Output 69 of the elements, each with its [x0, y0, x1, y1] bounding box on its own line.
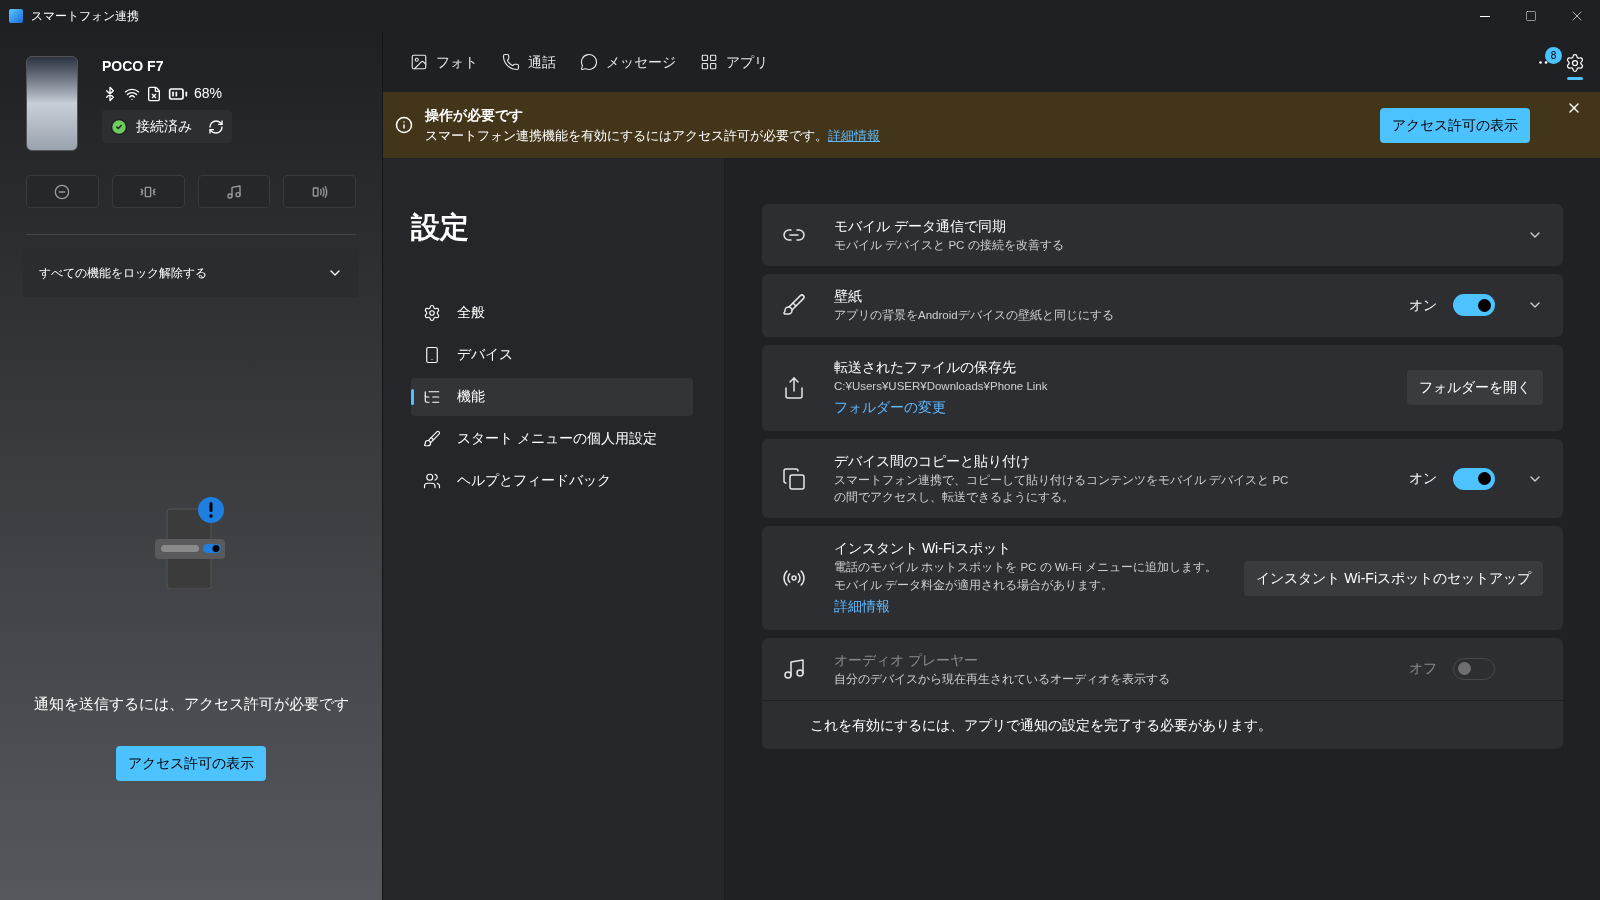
brush-icon: [423, 429, 441, 448]
setting-description: モバイル デバイスと PC の接続を改善する: [834, 238, 1065, 253]
action-button[interactable]: フォルダーを開く: [1407, 370, 1543, 406]
setting-title: インスタント Wi-Fiスポット: [834, 539, 1012, 559]
settings-nav-item[interactable]: 機能: [411, 377, 693, 416]
setting-title: 転送されたファイルの保存先: [834, 357, 1017, 377]
banner-message: スマートフォン連携機能を有効にするにはアクセス許可が必要です。: [425, 126, 828, 145]
refresh-icon: [208, 118, 224, 135]
setting-title: オーディオ プレーヤー: [834, 650, 979, 670]
setting-title: 壁紙: [834, 287, 863, 307]
minimize-icon: [1480, 15, 1490, 17]
window-title: スマートフォン連携: [31, 8, 139, 25]
setting-title: デバイス間のコピーと貼り付け: [834, 451, 1031, 471]
music-icon: [225, 183, 242, 200]
settings-nav-item[interactable]: ヘルプとフィードバック: [411, 461, 693, 500]
copy-icon: [782, 466, 806, 491]
photo-icon: [410, 53, 428, 71]
apps-icon: [700, 53, 718, 71]
settings-nav-item[interactable]: 全般: [411, 293, 693, 332]
link[interactable]: 詳細情報: [834, 595, 890, 617]
nav-tab[interactable]: 通話: [490, 42, 568, 82]
share-icon: [782, 375, 806, 400]
action-button[interactable]: インスタント Wi-Fiスポットのセットアップ: [1244, 560, 1543, 596]
brush-icon: [782, 293, 806, 318]
settings-nav-item[interactable]: スタート メニューの個人用設定: [411, 419, 693, 458]
settings-icon: [423, 303, 441, 322]
phone-sound-icon: [311, 183, 328, 200]
do-not-disturb-button[interactable]: [26, 175, 99, 208]
show-permission-button[interactable]: アクセス許可の表示: [1380, 107, 1530, 143]
toggle-switch[interactable]: [1453, 294, 1495, 317]
toggle-switch[interactable]: [1453, 467, 1495, 490]
setting-description: 自分のデバイスから現在再生されているオーディオを表示する: [834, 671, 1171, 687]
settings-nav-item[interactable]: デバイス: [411, 335, 693, 374]
phone-icon: [423, 345, 441, 364]
setting-title: モバイル データ通信で同期: [834, 217, 1007, 236]
chat-icon: [580, 53, 598, 71]
nav-tab[interactable]: メッセージ: [568, 42, 688, 82]
learn-more-link[interactable]: 詳細情報: [828, 125, 880, 146]
link[interactable]: フォルダーの変更: [834, 396, 946, 418]
settings-title: 設定: [411, 210, 470, 245]
banner-title: 操作が必要です: [425, 105, 524, 125]
nav-tab[interactable]: アプリ: [688, 42, 780, 82]
phone-icon: [502, 53, 520, 71]
app-logo-icon: [9, 9, 23, 23]
info-icon: [395, 116, 413, 134]
notification-badge: 8: [1545, 46, 1562, 64]
phone-audio-button[interactable]: [283, 175, 356, 208]
settings-icon: [1565, 52, 1585, 73]
connection-status: 接続済み: [136, 117, 192, 136]
permission-message: 通知を送信するには、アクセス許可が必要です: [33, 694, 349, 714]
setting-description: スマートフォン連携で、コピーして貼り付けるコンテンツをモバイル デバイスと PC の間でアクセスし、転送できるようにする。: [834, 472, 1290, 505]
restore-icon: [1525, 10, 1537, 22]
setting-description: C:¥Users¥USER¥Downloads¥Phone Link: [834, 378, 1049, 394]
setting-description: 電話のモバイル ホットスポットを PC の Wi-Fi メニューに追加します。モバイル データ料金が適用される場合があります。: [834, 560, 1218, 593]
show-permission-button[interactable]: アクセス許可の表示: [116, 745, 266, 781]
battery-level: 68%: [194, 84, 223, 103]
setting-note: これを有効にするには、アプリで通知の設定を完了する必要があります。: [810, 717, 1272, 733]
nav-tab[interactable]: フォト: [398, 42, 490, 82]
minus-circle-icon: [54, 183, 71, 200]
device-name: POCO F7: [102, 57, 165, 76]
people-icon: [423, 471, 441, 490]
check-icon: [110, 117, 128, 136]
toggle-state-label: オフ: [1409, 659, 1437, 679]
toggle-state-label: オン: [1409, 469, 1437, 488]
music-button[interactable]: [197, 175, 271, 208]
toggle-state-label: オン: [1409, 295, 1437, 315]
setting-description: アプリの背景をAndroidデバイスの壁紙と同じにする: [834, 308, 1115, 324]
music-icon: [782, 656, 806, 681]
more-icon: [1539, 60, 1549, 64]
